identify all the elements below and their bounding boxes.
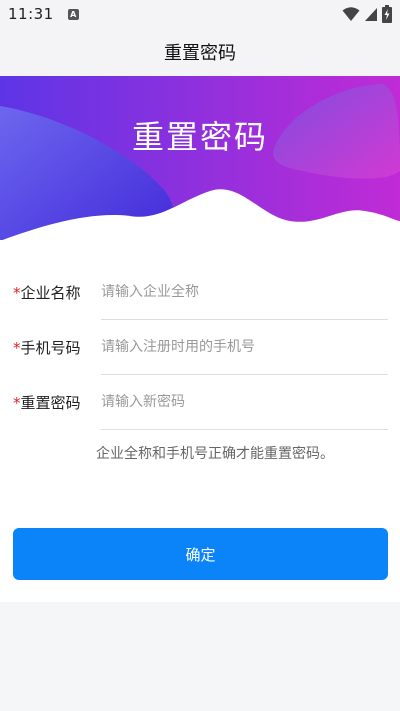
signal-icon <box>365 8 377 21</box>
status-icons <box>342 5 392 23</box>
phone-row: *手机号码 <box>13 320 388 375</box>
required-mark: * <box>13 394 21 412</box>
company-name-row: *企业名称 <box>13 265 388 320</box>
app-header: 重置密码 <box>0 28 400 76</box>
required-mark: * <box>13 284 21 302</box>
banner-background <box>0 76 400 246</box>
reset-password-form: *企业名称 *手机号码 *重置密码 企业全称和手机号正确才能重置密码。 确定 <box>0 240 400 602</box>
company-name-label: *企业名称 <box>13 284 81 302</box>
phone-label: *手机号码 <box>13 339 81 357</box>
phone-input-wrap <box>101 320 388 375</box>
hint-text: 企业全称和手机号正确才能重置密码。 <box>96 446 334 462</box>
new-password-label: *重置密码 <box>13 394 81 412</box>
screen: 11:31 A 重置密码 重置密码 *企业名称 请输入企业全称 *手机号码 请输… <box>0 0 400 711</box>
battery-icon <box>382 5 392 23</box>
banner-title: 重置密码 <box>131 118 268 156</box>
new-password-input-wrap <box>101 375 388 430</box>
status-bar: 11:31 A <box>0 0 400 28</box>
phone-input[interactable] <box>101 339 388 355</box>
status-time: 11:31 <box>8 5 54 23</box>
wifi-icon <box>342 7 360 21</box>
banner: 重置密码 <box>0 76 400 246</box>
required-mark: * <box>13 339 21 357</box>
page-title: 重置密码 <box>164 43 236 64</box>
new-password-input[interactable] <box>101 394 388 410</box>
a-letter-icon: A <box>67 8 79 20</box>
company-name-input-wrap <box>101 265 388 320</box>
new-password-row: *重置密码 <box>13 375 388 430</box>
confirm-button[interactable]: 确定 <box>13 528 388 580</box>
company-name-input[interactable] <box>101 284 388 300</box>
